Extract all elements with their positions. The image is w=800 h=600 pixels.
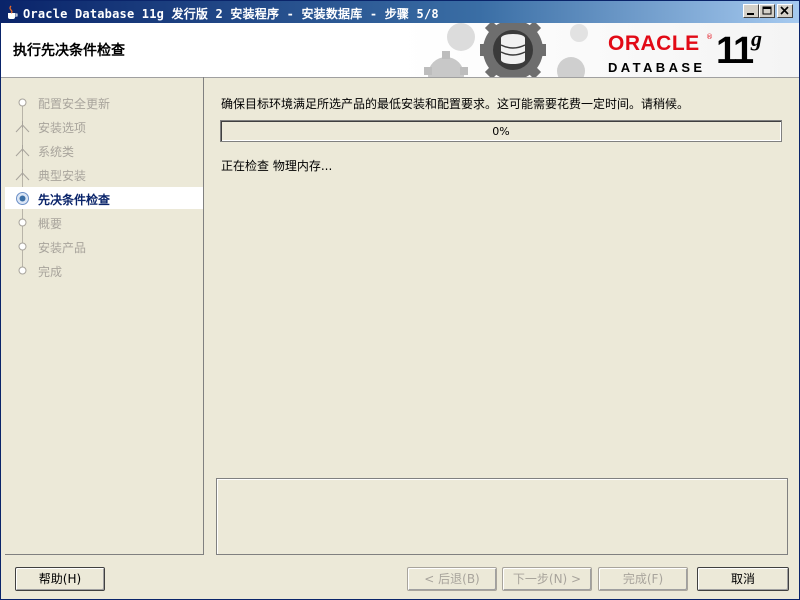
main-panel: 确保目标环境满足所选产品的最低安装和配置要求。这可能需要花费一定时间。请稍候。 … bbox=[206, 77, 799, 555]
close-icon bbox=[780, 6, 789, 15]
maximize-button[interactable] bbox=[759, 4, 775, 18]
back-button[interactable]: < 后退(B) bbox=[407, 567, 497, 591]
step-done-icon bbox=[18, 98, 27, 107]
next-button[interactable]: 下一步(N) > bbox=[502, 567, 592, 591]
step-label: 安装选项 bbox=[38, 121, 87, 135]
database-wordmark: DATABASE bbox=[608, 60, 706, 75]
close-button[interactable] bbox=[777, 4, 793, 18]
cancel-button[interactable]: 取消 bbox=[697, 567, 789, 591]
step-label: 典型安装 bbox=[38, 169, 87, 183]
maximize-icon bbox=[762, 6, 772, 15]
step-done-icon bbox=[15, 169, 30, 181]
step-item-install-options: 安装选项 bbox=[5, 115, 203, 137]
minimize-icon bbox=[747, 13, 754, 15]
help-button[interactable]: 帮助(H) bbox=[15, 567, 105, 591]
step-pending-icon bbox=[18, 266, 27, 275]
progress-bar: 0% bbox=[220, 120, 782, 142]
step-item-typical-install: 典型安装 bbox=[5, 163, 203, 185]
step-item-prerequisite-checks: 先决条件检查 bbox=[5, 187, 203, 209]
step-label: 先决条件检查 bbox=[38, 193, 111, 207]
step-item-install-product: 安装产品 bbox=[5, 235, 203, 257]
step-label: 系统类 bbox=[38, 145, 75, 159]
step-label: 概要 bbox=[38, 217, 63, 231]
status-text: 正在检查 物理内存... bbox=[221, 159, 333, 173]
finish-button[interactable]: 完成(F) bbox=[598, 567, 688, 591]
step-pending-icon bbox=[18, 242, 27, 251]
title-bar[interactable]: Oracle Database 11g 发行版 2 安装程序 - 安装数据库 -… bbox=[1, 1, 799, 23]
instruction-text: 确保目标环境满足所选产品的最低安装和配置要求。这可能需要花费一定时间。请稍候。 bbox=[221, 97, 690, 111]
progress-percent-label: 0% bbox=[492, 125, 510, 138]
registered-mark: ® bbox=[706, 33, 713, 41]
step-navigation: 配置安全更新 安装选项 系统类 典型安装 先决条件检查 概要 安装产品 完成 bbox=[5, 77, 204, 555]
minimize-button[interactable] bbox=[743, 4, 759, 18]
details-panel[interactable] bbox=[216, 478, 788, 555]
oracle-wordmark: ORACLE bbox=[608, 32, 700, 55]
step-item-system-class: 系统类 bbox=[5, 139, 203, 161]
header-banner: 执行先决条件检查 ORACLE ® DATABASE 11 g bbox=[1, 23, 799, 78]
step-label: 完成 bbox=[38, 265, 63, 279]
version-number: 11 bbox=[716, 30, 754, 72]
step-current-icon bbox=[16, 192, 29, 205]
step-item-finish: 完成 bbox=[5, 259, 203, 281]
step-item-summary: 概要 bbox=[5, 211, 203, 233]
version-suffix: g bbox=[751, 26, 762, 51]
installer-window: Oracle Database 11g 发行版 2 安装程序 - 安装数据库 -… bbox=[0, 0, 800, 600]
gears-graphic bbox=[424, 23, 588, 77]
window-title: Oracle Database 11g 发行版 2 安装程序 - 安装数据库 -… bbox=[23, 7, 439, 21]
step-label: 安装产品 bbox=[38, 241, 87, 255]
page-title: 执行先决条件检查 bbox=[13, 43, 125, 59]
step-label: 配置安全更新 bbox=[38, 97, 111, 111]
java-cup-icon bbox=[8, 5, 18, 19]
step-item-configure-security-updates: 配置安全更新 bbox=[5, 91, 203, 113]
step-pending-icon bbox=[18, 218, 27, 227]
step-done-icon bbox=[15, 145, 30, 157]
step-done-icon bbox=[15, 121, 30, 133]
